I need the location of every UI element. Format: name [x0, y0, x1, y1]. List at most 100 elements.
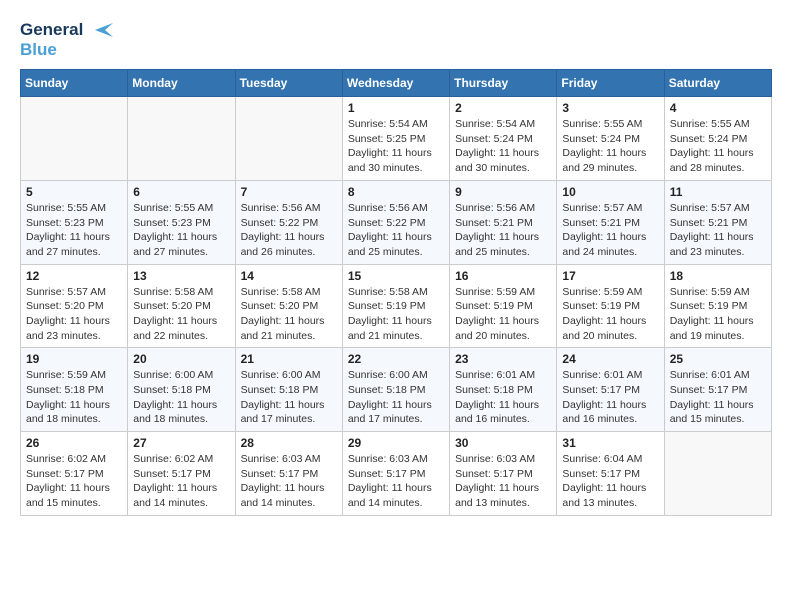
day-info: Sunrise: 6:03 AM Sunset: 5:17 PM Dayligh… — [241, 452, 337, 511]
week-row-3: 12 Sunrise: 5:57 AM Sunset: 5:20 PM Dayli… — [21, 264, 772, 348]
day-number: 7 — [241, 185, 337, 199]
day-info: Sunrise: 6:04 AM Sunset: 5:17 PM Dayligh… — [562, 452, 658, 511]
day-info: Sunrise: 5:59 AM Sunset: 5:19 PM Dayligh… — [562, 285, 658, 344]
weekday-header-sunday: Sunday — [21, 70, 128, 97]
calendar-cell: 5 Sunrise: 5:55 AM Sunset: 5:23 PM Daylig… — [21, 180, 128, 264]
weekday-header-thursday: Thursday — [450, 70, 557, 97]
day-info: Sunrise: 5:56 AM Sunset: 5:22 PM Dayligh… — [241, 201, 337, 260]
day-number: 17 — [562, 269, 658, 283]
day-number: 15 — [348, 269, 444, 283]
week-row-1: 1 Sunrise: 5:54 AM Sunset: 5:25 PM Daylig… — [21, 97, 772, 181]
calendar-cell: 27 Sunrise: 6:02 AM Sunset: 5:17 PM Dayli… — [128, 432, 235, 516]
day-number: 10 — [562, 185, 658, 199]
calendar-cell: 13 Sunrise: 5:58 AM Sunset: 5:20 PM Dayli… — [128, 264, 235, 348]
day-info: Sunrise: 5:57 AM Sunset: 5:21 PM Dayligh… — [562, 201, 658, 260]
weekday-header-saturday: Saturday — [664, 70, 771, 97]
day-info: Sunrise: 5:54 AM Sunset: 5:24 PM Dayligh… — [455, 117, 551, 176]
calendar-cell: 25Sunrise: 6:01 AM Sunset: 5:17 PM Dayli… — [664, 348, 771, 432]
day-info: Sunrise: 6:00 AM Sunset: 5:18 PM Dayligh… — [241, 368, 337, 427]
day-info: Sunrise: 5:58 AM Sunset: 5:20 PM Dayligh… — [241, 285, 337, 344]
calendar-cell: 16 Sunrise: 5:59 AM Sunset: 5:19 PM Dayli… — [450, 264, 557, 348]
day-info: Sunrise: 6:01 AM Sunset: 5:18 PM Dayligh… — [455, 368, 551, 427]
calendar-cell: 6 Sunrise: 5:55 AM Sunset: 5:23 PM Daylig… — [128, 180, 235, 264]
logo-general: General — [20, 20, 83, 40]
day-info: Sunrise: 6:03 AM Sunset: 5:17 PM Dayligh… — [348, 452, 444, 511]
day-info: Sunrise: 5:59 AM Sunset: 5:18 PM Dayligh… — [26, 368, 122, 427]
day-number: 26 — [26, 436, 122, 450]
calendar-cell: 15 Sunrise: 5:58 AM Sunset: 5:19 PM Dayli… — [342, 264, 449, 348]
calendar-cell: 31 Sunrise: 6:04 AM Sunset: 5:17 PM Dayli… — [557, 432, 664, 516]
calendar-cell: 2 Sunrise: 5:54 AM Sunset: 5:24 PM Daylig… — [450, 97, 557, 181]
day-number: 16 — [455, 269, 551, 283]
weekday-header-friday: Friday — [557, 70, 664, 97]
day-info: Sunrise: 6:02 AM Sunset: 5:17 PM Dayligh… — [26, 452, 122, 511]
calendar-cell: 24 Sunrise: 6:01 AM Sunset: 5:17 PM Dayli… — [557, 348, 664, 432]
calendar-cell: 12 Sunrise: 5:57 AM Sunset: 5:20 PM Dayli… — [21, 264, 128, 348]
calendar-cell: 26 Sunrise: 6:02 AM Sunset: 5:17 PM Dayli… — [21, 432, 128, 516]
calendar-cell: 10 Sunrise: 5:57 AM Sunset: 5:21 PM Dayli… — [557, 180, 664, 264]
calendar-cell: 20Sunrise: 6:00 AM Sunset: 5:18 PM Dayli… — [128, 348, 235, 432]
calendar-cell: 28 Sunrise: 6:03 AM Sunset: 5:17 PM Dayli… — [235, 432, 342, 516]
week-row-5: 26 Sunrise: 6:02 AM Sunset: 5:17 PM Dayli… — [21, 432, 772, 516]
day-number: 4 — [670, 101, 766, 115]
calendar-cell: 14Sunrise: 5:58 AM Sunset: 5:20 PM Dayli… — [235, 264, 342, 348]
week-row-4: 19Sunrise: 5:59 AM Sunset: 5:18 PM Dayli… — [21, 348, 772, 432]
day-info: Sunrise: 5:58 AM Sunset: 5:19 PM Dayligh… — [348, 285, 444, 344]
day-number: 1 — [348, 101, 444, 115]
calendar-cell: 30Sunrise: 6:03 AM Sunset: 5:17 PM Dayli… — [450, 432, 557, 516]
day-number: 20 — [133, 352, 229, 366]
page-header: General Blue — [20, 20, 772, 59]
day-info: Sunrise: 5:55 AM Sunset: 5:23 PM Dayligh… — [133, 201, 229, 260]
calendar-cell: 23 Sunrise: 6:01 AM Sunset: 5:18 PM Dayli… — [450, 348, 557, 432]
calendar-cell: 4Sunrise: 5:55 AM Sunset: 5:24 PM Daylig… — [664, 97, 771, 181]
day-number: 3 — [562, 101, 658, 115]
day-number: 29 — [348, 436, 444, 450]
day-number: 5 — [26, 185, 122, 199]
day-number: 28 — [241, 436, 337, 450]
day-info: Sunrise: 5:59 AM Sunset: 5:19 PM Dayligh… — [670, 285, 766, 344]
day-number: 9 — [455, 185, 551, 199]
day-info: Sunrise: 6:01 AM Sunset: 5:17 PM Dayligh… — [562, 368, 658, 427]
day-number: 12 — [26, 269, 122, 283]
day-info: Sunrise: 5:54 AM Sunset: 5:25 PM Dayligh… — [348, 117, 444, 176]
day-info: Sunrise: 5:56 AM Sunset: 5:22 PM Dayligh… — [348, 201, 444, 260]
day-number: 13 — [133, 269, 229, 283]
day-number: 2 — [455, 101, 551, 115]
day-number: 6 — [133, 185, 229, 199]
weekday-header-tuesday: Tuesday — [235, 70, 342, 97]
calendar-cell — [664, 432, 771, 516]
logo: General Blue — [20, 20, 113, 59]
calendar-cell: 9 Sunrise: 5:56 AM Sunset: 5:21 PM Daylig… — [450, 180, 557, 264]
calendar-cell — [21, 97, 128, 181]
calendar-cell: 3 Sunrise: 5:55 AM Sunset: 5:24 PM Daylig… — [557, 97, 664, 181]
day-number: 31 — [562, 436, 658, 450]
day-info: Sunrise: 5:57 AM Sunset: 5:21 PM Dayligh… — [670, 201, 766, 260]
day-info: Sunrise: 5:57 AM Sunset: 5:20 PM Dayligh… — [26, 285, 122, 344]
day-info: Sunrise: 5:56 AM Sunset: 5:21 PM Dayligh… — [455, 201, 551, 260]
calendar-cell: 8Sunrise: 5:56 AM Sunset: 5:22 PM Daylig… — [342, 180, 449, 264]
day-number: 11 — [670, 185, 766, 199]
calendar-cell: 17 Sunrise: 5:59 AM Sunset: 5:19 PM Dayli… — [557, 264, 664, 348]
calendar-cell — [235, 97, 342, 181]
day-number: 23 — [455, 352, 551, 366]
day-number: 27 — [133, 436, 229, 450]
calendar-cell — [128, 97, 235, 181]
weekday-header-wednesday: Wednesday — [342, 70, 449, 97]
calendar-cell: 7 Sunrise: 5:56 AM Sunset: 5:22 PM Daylig… — [235, 180, 342, 264]
day-info: Sunrise: 6:02 AM Sunset: 5:17 PM Dayligh… — [133, 452, 229, 511]
day-number: 25 — [670, 352, 766, 366]
calendar-cell: 18 Sunrise: 5:59 AM Sunset: 5:19 PM Dayli… — [664, 264, 771, 348]
day-info: Sunrise: 5:59 AM Sunset: 5:19 PM Dayligh… — [455, 285, 551, 344]
day-info: Sunrise: 5:55 AM Sunset: 5:23 PM Dayligh… — [26, 201, 122, 260]
day-number: 21 — [241, 352, 337, 366]
calendar-cell: 22Sunrise: 6:00 AM Sunset: 5:18 PM Dayli… — [342, 348, 449, 432]
calendar-cell: 29 Sunrise: 6:03 AM Sunset: 5:17 PM Dayli… — [342, 432, 449, 516]
day-number: 24 — [562, 352, 658, 366]
day-number: 18 — [670, 269, 766, 283]
calendar-cell: 19Sunrise: 5:59 AM Sunset: 5:18 PM Dayli… — [21, 348, 128, 432]
logo-bird-icon — [85, 21, 113, 39]
day-info: Sunrise: 5:58 AM Sunset: 5:20 PM Dayligh… — [133, 285, 229, 344]
weekday-header-monday: Monday — [128, 70, 235, 97]
day-info: Sunrise: 5:55 AM Sunset: 5:24 PM Dayligh… — [562, 117, 658, 176]
calendar-cell: 1 Sunrise: 5:54 AM Sunset: 5:25 PM Daylig… — [342, 97, 449, 181]
